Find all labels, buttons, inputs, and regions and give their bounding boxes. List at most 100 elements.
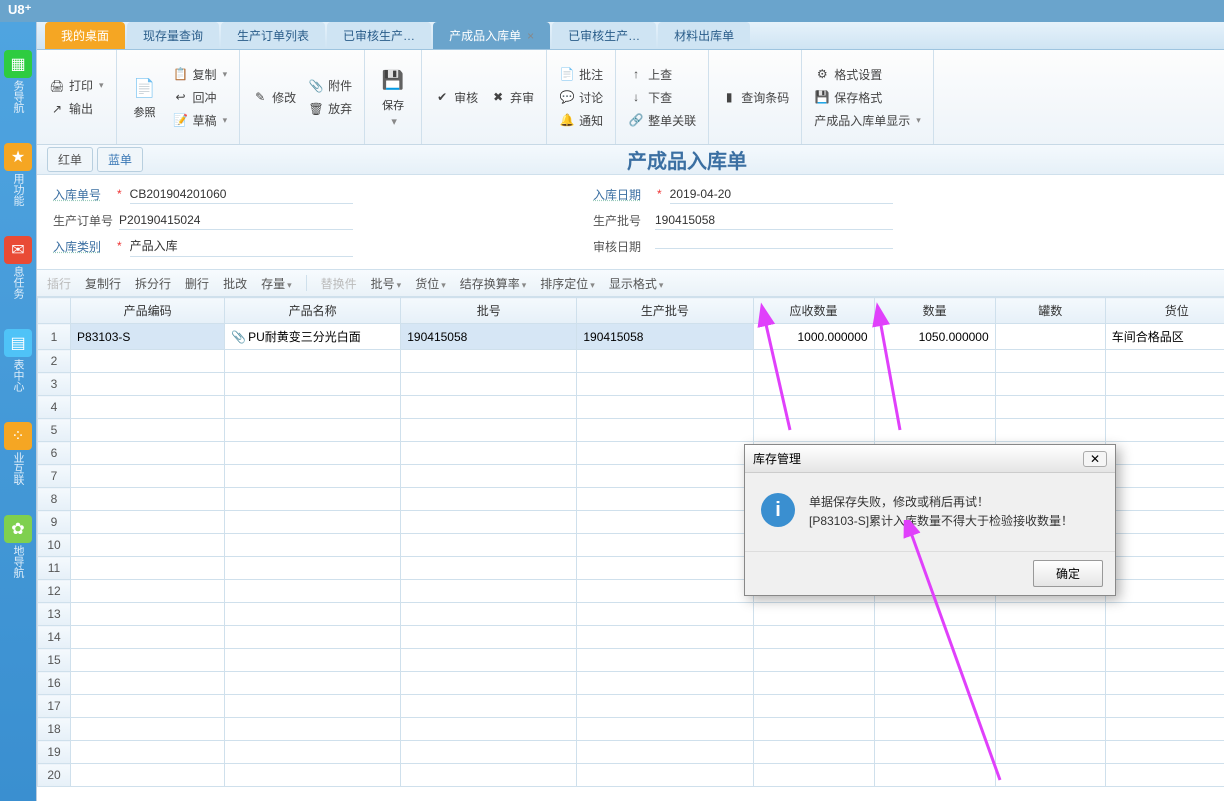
cell[interactable]	[71, 350, 225, 373]
display-button[interactable]: 产成品入库单显示▾	[810, 110, 925, 131]
col-header[interactable]: 生产批号	[577, 298, 753, 324]
cell[interactable]	[995, 626, 1105, 649]
cell[interactable]	[577, 764, 753, 787]
table-row[interactable]: 2	[38, 350, 1224, 373]
cell[interactable]	[577, 626, 753, 649]
tab-audited-prod-2[interactable]: 已审核生产…	[552, 22, 656, 49]
cell[interactable]	[577, 580, 753, 603]
cell[interactable]	[401, 718, 577, 741]
cell[interactable]	[1105, 603, 1224, 626]
cell[interactable]	[577, 350, 753, 373]
cell[interactable]	[1105, 442, 1224, 465]
cell[interactable]	[401, 603, 577, 626]
cell[interactable]	[577, 488, 753, 511]
cell[interactable]	[71, 718, 225, 741]
cell[interactable]	[71, 626, 225, 649]
cell[interactable]	[401, 626, 577, 649]
cell[interactable]	[1105, 488, 1224, 511]
cell[interactable]	[401, 419, 577, 442]
cell[interactable]	[874, 672, 995, 695]
cell[interactable]	[577, 442, 753, 465]
cell[interactable]	[1105, 557, 1224, 580]
blue-doc-button[interactable]: 蓝单	[97, 147, 143, 172]
field-prod-order[interactable]: P20190415024	[119, 211, 353, 230]
field-no[interactable]: CB201904201060	[130, 185, 353, 204]
cell[interactable]	[577, 465, 753, 488]
field-type[interactable]: 产品入库	[130, 235, 353, 257]
cell[interactable]	[225, 442, 401, 465]
cell[interactable]	[401, 557, 577, 580]
cell[interactable]	[225, 672, 401, 695]
table-row[interactable]: 16	[38, 672, 1224, 695]
tab-audited-prod-1[interactable]: 已审核生产…	[327, 22, 431, 49]
cell[interactable]	[753, 626, 874, 649]
sidebar-task[interactable]: ✉息任务	[4, 236, 32, 299]
cell[interactable]	[874, 741, 995, 764]
col-header[interactable]: 货位	[1105, 298, 1224, 324]
whole-link-button[interactable]: 🔗整单关联	[624, 110, 700, 131]
tab-finished-in[interactable]: 产成品入库单×	[433, 22, 550, 49]
table-row[interactable]: 20	[38, 764, 1224, 787]
format-set-button[interactable]: ⚙格式设置	[810, 64, 925, 85]
cell[interactable]	[71, 603, 225, 626]
tb-sort[interactable]: 排序定位▾	[540, 275, 595, 292]
cell[interactable]	[753, 718, 874, 741]
cell[interactable]	[71, 488, 225, 511]
table-row[interactable]: 17	[38, 695, 1224, 718]
cell[interactable]	[874, 396, 995, 419]
table-row[interactable]: 19	[38, 741, 1224, 764]
copy-button[interactable]: 📋复制▾	[169, 64, 232, 85]
cell[interactable]	[225, 580, 401, 603]
cell[interactable]	[1105, 580, 1224, 603]
cell[interactable]	[401, 350, 577, 373]
cell[interactable]	[225, 396, 401, 419]
cell[interactable]	[577, 649, 753, 672]
cell[interactable]	[225, 695, 401, 718]
cell[interactable]	[401, 695, 577, 718]
cell[interactable]	[71, 649, 225, 672]
cell[interactable]	[225, 373, 401, 396]
cell[interactable]	[225, 350, 401, 373]
sidebar-center[interactable]: ▤表中心	[4, 329, 32, 392]
tb-replace[interactable]: 替换件	[321, 275, 357, 292]
field-date[interactable]: 2019-04-20	[670, 185, 893, 204]
sidebar-biz[interactable]: ⁘业互联	[4, 422, 32, 485]
cell[interactable]	[71, 672, 225, 695]
cell[interactable]	[71, 442, 225, 465]
discard-button[interactable]: 🗑放弃	[304, 98, 356, 119]
cell[interactable]	[995, 649, 1105, 672]
cell[interactable]	[874, 626, 995, 649]
cell[interactable]: 190415058	[401, 324, 577, 350]
tb-stock[interactable]: 存量▾	[261, 275, 292, 292]
dialog-ok-button[interactable]: 确定	[1033, 560, 1103, 587]
cell[interactable]	[995, 350, 1105, 373]
attachment-button[interactable]: 📎附件	[304, 75, 356, 96]
cell[interactable]	[71, 373, 225, 396]
cell[interactable]	[577, 373, 753, 396]
cell[interactable]	[874, 419, 995, 442]
cell[interactable]	[577, 672, 753, 695]
cell[interactable]	[71, 695, 225, 718]
cell[interactable]	[401, 488, 577, 511]
cell[interactable]	[1105, 649, 1224, 672]
cell[interactable]: 📎PU耐黄变三分光白面	[225, 324, 401, 350]
offset-button[interactable]: ↩回冲	[169, 87, 232, 108]
cell[interactable]	[995, 764, 1105, 787]
query-barcode-button[interactable]: ▮查询条码	[717, 87, 793, 108]
cell[interactable]	[1105, 764, 1224, 787]
cell[interactable]	[1105, 534, 1224, 557]
cell[interactable]	[1105, 741, 1224, 764]
cell[interactable]	[225, 488, 401, 511]
cell[interactable]	[225, 557, 401, 580]
cell[interactable]	[71, 465, 225, 488]
print-button[interactable]: 🖨打印▾	[45, 75, 108, 96]
table-row[interactable]: 5	[38, 419, 1224, 442]
cell[interactable]	[577, 695, 753, 718]
cell[interactable]: P83103-S	[71, 324, 225, 350]
cell[interactable]: 车间合格品区	[1105, 324, 1224, 350]
cell[interactable]	[1105, 350, 1224, 373]
cell[interactable]	[225, 603, 401, 626]
field-audit-date[interactable]	[655, 244, 893, 249]
tb-batch[interactable]: 批改	[223, 275, 247, 292]
cell[interactable]	[401, 442, 577, 465]
